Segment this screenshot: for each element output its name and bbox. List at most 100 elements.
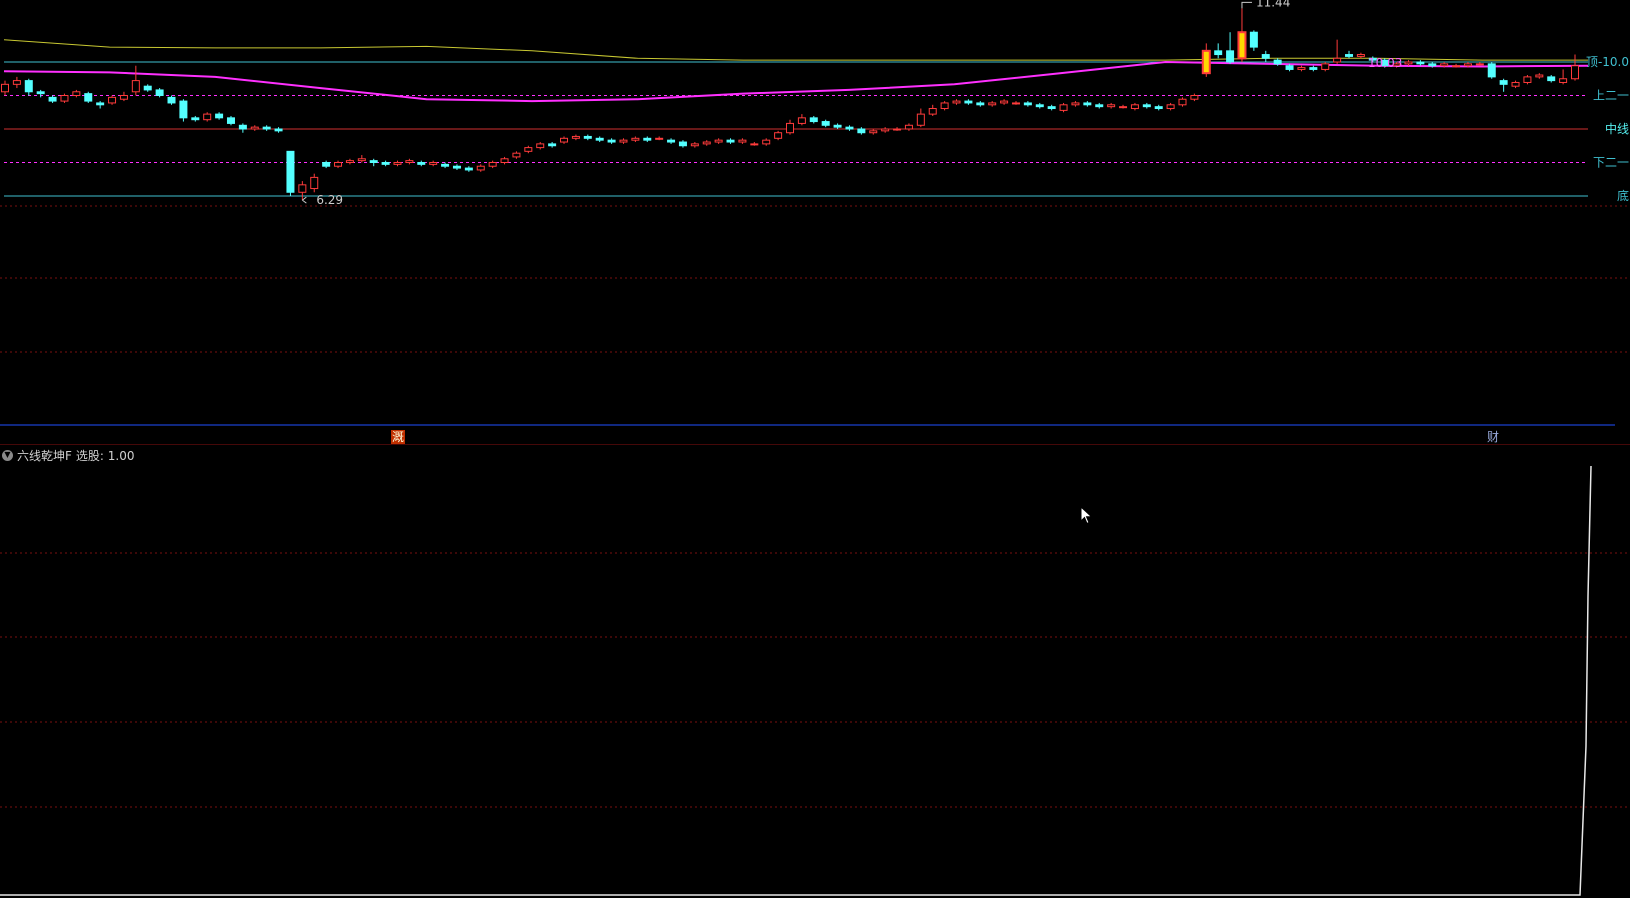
- candle-body: [441, 163, 450, 167]
- candle-body: [24, 80, 33, 93]
- candle-body: [940, 102, 949, 110]
- candle-body: [1154, 106, 1163, 110]
- candle-body: [1047, 106, 1056, 110]
- candle-body: [1237, 31, 1247, 60]
- candle-body: [334, 162, 343, 167]
- low-label: 6.29: [316, 193, 343, 207]
- candle-body: [476, 165, 485, 171]
- candle-body: [1119, 106, 1128, 109]
- candle-body: [536, 143, 545, 149]
- signal-marker-b: 财: [1487, 430, 1500, 444]
- candle-body: [1273, 59, 1282, 65]
- candle-body: [524, 147, 533, 152]
- candle-body: [1571, 65, 1579, 80]
- candle-body: [131, 80, 140, 93]
- candle-body: [48, 96, 57, 102]
- candle-body: [1071, 102, 1080, 106]
- candle-body: [560, 137, 569, 143]
- candle-body: [1345, 54, 1354, 57]
- candle-body: [1059, 104, 1068, 111]
- candle-body: [1226, 50, 1235, 63]
- candle-body: [1166, 104, 1175, 110]
- candle-body: [881, 128, 890, 132]
- candle-body: [322, 162, 331, 167]
- candle-body: [845, 126, 854, 130]
- candle-body: [1333, 57, 1342, 63]
- main-price-chart[interactable]: 顶-10.0 上二一中线下二一底 11.44 6.29 10.03: [0, 0, 1630, 445]
- candle-body: [464, 167, 473, 171]
- candle-body: [72, 91, 81, 97]
- candle-body: [797, 117, 806, 124]
- low-marker: [302, 196, 307, 204]
- candle-body: [298, 184, 307, 193]
- candle-body: [393, 162, 402, 165]
- candle-body: [809, 117, 818, 123]
- level-label-中线: 中线: [1605, 121, 1629, 136]
- candle-body: [738, 139, 747, 143]
- candle-body: [274, 128, 283, 132]
- candle-body: [405, 160, 414, 163]
- candle-body: [904, 124, 913, 130]
- candle-body: [500, 158, 509, 163]
- candle-body: [1214, 50, 1223, 56]
- candle-body: [12, 80, 21, 85]
- candle-body: [750, 143, 759, 146]
- candle-body: [667, 139, 676, 143]
- candle-body: [1, 83, 9, 93]
- candle-body: [143, 85, 152, 91]
- candle-body: [1000, 100, 1009, 104]
- high-marker: [1241, 1, 1252, 9]
- candle-body: [262, 126, 271, 130]
- candle-body: [1178, 98, 1187, 106]
- candle-body: [1535, 74, 1544, 78]
- candle-body: [631, 137, 640, 141]
- candle-body: [857, 128, 866, 134]
- candle-body: [60, 95, 69, 102]
- candle-body: [96, 102, 105, 106]
- candle-body: [357, 158, 366, 162]
- candle-body: [1249, 31, 1258, 48]
- candle-body: [108, 96, 117, 104]
- candle-body: [726, 139, 735, 143]
- candle-body: [1499, 80, 1508, 85]
- candle-body: [286, 150, 295, 193]
- candle-body: [36, 91, 45, 95]
- candle-body: [821, 121, 830, 126]
- candle-body: [345, 160, 354, 163]
- candle-body: [928, 108, 937, 115]
- candle-body: [1201, 49, 1211, 75]
- candle-body: [1190, 95, 1199, 100]
- candle-body: [976, 102, 985, 106]
- candle-body: [583, 135, 592, 139]
- candle-body: [762, 139, 771, 145]
- candle-body: [690, 143, 699, 147]
- high-label: 11.44: [1256, 0, 1290, 9]
- indicator-subchart[interactable]: [0, 446, 1630, 898]
- candle-body: [619, 139, 628, 143]
- mouse-pointer-icon: [1080, 506, 1093, 525]
- candle-body: [988, 102, 997, 106]
- candle-body: [1261, 54, 1270, 59]
- candle-body: [226, 117, 235, 124]
- candle-body: [964, 100, 973, 104]
- candle-body: [238, 124, 247, 130]
- candle-body: [1130, 104, 1139, 110]
- candle-body: [429, 162, 438, 165]
- candle-body: [1023, 102, 1032, 106]
- candle-body: [203, 113, 212, 121]
- candle-body: [1463, 63, 1472, 67]
- candle-body: [893, 128, 902, 131]
- candle-body: [1297, 67, 1306, 70]
- candle-body: [655, 137, 664, 140]
- candle-body: [714, 139, 723, 143]
- candle-body: [369, 160, 378, 163]
- candle-body: [1440, 63, 1449, 67]
- candle-body: [512, 152, 521, 158]
- candle-body: [678, 141, 687, 147]
- candle-body: [452, 165, 461, 169]
- candle-body: [179, 100, 188, 119]
- candle-body: [215, 113, 224, 119]
- candle-body: [381, 162, 390, 165]
- level-label-顶: 顶-10.0: [1586, 55, 1629, 69]
- candle-body: [1416, 61, 1425, 65]
